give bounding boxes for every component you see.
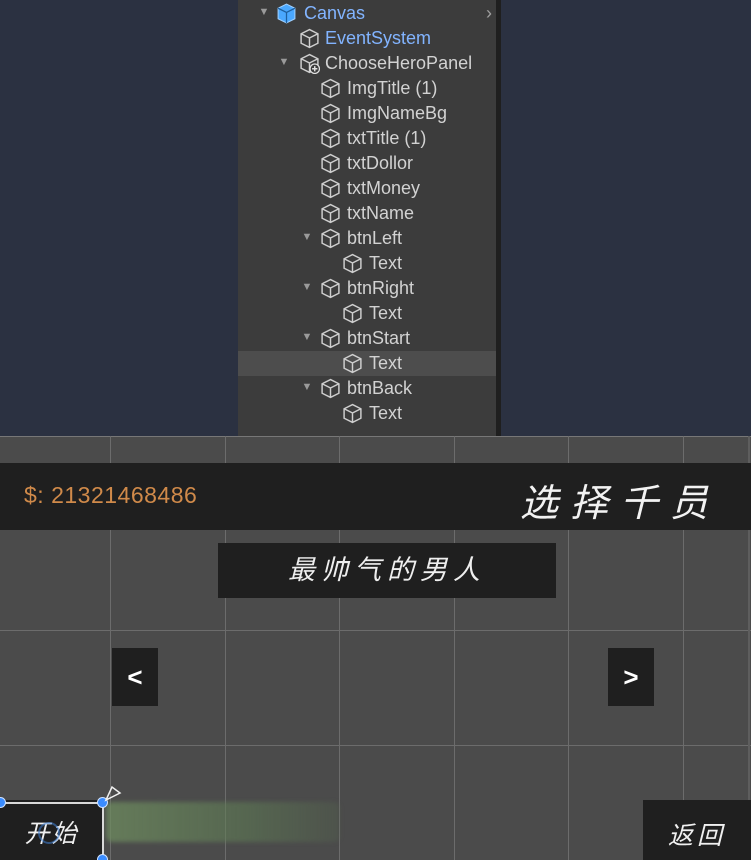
hero-name-text: 最帅气的男人: [288, 555, 486, 586]
hierarchy-label: btnRight: [347, 278, 415, 298]
expand-arrow-icon[interactable]: ▼: [301, 231, 313, 243]
expand-arrow-icon[interactable]: ▼: [301, 281, 313, 293]
hierarchy-label: txtTitle (1): [347, 128, 427, 148]
hierarchy-label: btnBack: [347, 378, 413, 398]
pivot-icon[interactable]: [38, 822, 60, 844]
expand-arrow-icon[interactable]: ▼: [301, 381, 313, 393]
hierarchy-item-btnright[interactable]: ▼ btnRight: [238, 276, 496, 301]
gameobject-cube-icon: [343, 253, 362, 274]
canvas-cube-icon: [277, 3, 296, 24]
gameobject-cube-icon: [343, 403, 362, 424]
gameobject-cube-icon: [321, 103, 340, 124]
back-button[interactable]: 返回: [643, 800, 751, 860]
hierarchy-label: btnLeft: [347, 228, 403, 248]
hierarchy-panel: ▼ Canvas › EventSystem ▼ ChooseHeroPanel…: [238, 0, 496, 436]
gameobject-cube-icon: [321, 78, 340, 99]
gameobject-cube-icon: [321, 378, 340, 399]
hierarchy-item-canvas[interactable]: ▼ Canvas ›: [238, 1, 496, 26]
prefab-cube-icon: [300, 53, 320, 74]
hierarchy-item-txtmoney[interactable]: txtMoney: [238, 176, 496, 201]
hierarchy-label: btnStart: [347, 328, 411, 348]
hierarchy-item-imgnamebg[interactable]: ImgNameBg: [238, 101, 496, 126]
gameobject-cube-icon: [321, 203, 340, 224]
money-text: $: 21321468486: [24, 482, 198, 508]
hierarchy-item-choosehero-panel[interactable]: ▼ ChooseHeroPanel: [238, 51, 496, 76]
hierarchy-label: Text: [369, 403, 403, 423]
hierarchy-label: txtName: [347, 203, 415, 223]
grid-line: [0, 630, 751, 631]
hierarchy-label: ChooseHeroPanel: [325, 53, 473, 73]
chevron-right-icon[interactable]: ›: [486, 3, 492, 23]
grid-line: [0, 745, 751, 746]
hierarchy-item-btnstart-text-selected[interactable]: Text: [238, 351, 496, 376]
hierarchy-item-btnleft[interactable]: ▼ btnLeft: [238, 226, 496, 251]
gameobject-cube-icon: [321, 178, 340, 199]
expand-arrow-icon[interactable]: ▼: [278, 56, 290, 68]
hierarchy-label: txtMoney: [347, 178, 421, 198]
selected-text-preview: [106, 802, 340, 842]
hierarchy-label: Text: [369, 303, 403, 323]
selection-outline: [102, 802, 104, 860]
gameobject-cube-icon: [321, 153, 340, 174]
hierarchy-label: ImgTitle (1): [347, 78, 438, 98]
hierarchy-label: Canvas: [304, 3, 366, 23]
resize-handle[interactable]: [97, 854, 108, 860]
hierarchy-label: Text: [369, 353, 403, 373]
hierarchy-item-btnback[interactable]: ▼ btnBack: [238, 376, 496, 401]
gameobject-cube-icon: [343, 353, 362, 374]
hierarchy-label: ImgNameBg: [347, 103, 448, 123]
panel-divider[interactable]: [496, 0, 501, 436]
gameobject-cube-icon: [300, 28, 319, 49]
expand-arrow-icon[interactable]: ▼: [258, 6, 270, 18]
expand-arrow-icon[interactable]: ▼: [301, 331, 313, 343]
scene-background-left: [0, 0, 238, 436]
hierarchy-item-txttitle[interactable]: txtTitle (1): [238, 126, 496, 151]
scene-background-right: [501, 0, 751, 436]
gameobject-cube-icon: [321, 128, 340, 149]
gameobject-cube-icon: [321, 328, 340, 349]
gameobject-cube-icon: [321, 278, 340, 299]
hierarchy-label: txtDollor: [347, 153, 414, 173]
next-hero-button[interactable]: >: [608, 648, 654, 706]
hierarchy-item-btnright-text[interactable]: Text: [238, 301, 496, 326]
view-border: [0, 436, 751, 437]
hierarchy-item-txtname[interactable]: txtName: [238, 201, 496, 226]
selection-outline: [0, 802, 103, 804]
hierarchy-label: Text: [369, 253, 403, 273]
page-title: 选择千员: [520, 481, 721, 525]
scene-view[interactable]: $: 21321468486 选择千员 最帅气的男人 < > 开始 返回: [0, 436, 751, 860]
hierarchy-item-txtdollor[interactable]: txtDollor: [238, 151, 496, 176]
hierarchy-label: EventSystem: [325, 28, 432, 48]
hierarchy-item-btnback-text[interactable]: Text: [238, 401, 496, 426]
rotate-cursor-icon: [104, 785, 122, 802]
hero-name-background: 最帅气的男人: [218, 543, 556, 598]
hierarchy-item-btnleft-text[interactable]: Text: [238, 251, 496, 276]
previous-hero-button[interactable]: <: [112, 648, 158, 706]
hierarchy-item-eventsystem[interactable]: EventSystem: [238, 26, 496, 51]
hierarchy-item-imgtitle[interactable]: ImgTitle (1): [238, 76, 496, 101]
gameobject-cube-icon: [321, 228, 340, 249]
gameobject-cube-icon: [343, 303, 362, 324]
back-button-label: 返回: [667, 821, 726, 850]
hierarchy-item-btnstart[interactable]: ▼ btnStart: [238, 326, 496, 351]
